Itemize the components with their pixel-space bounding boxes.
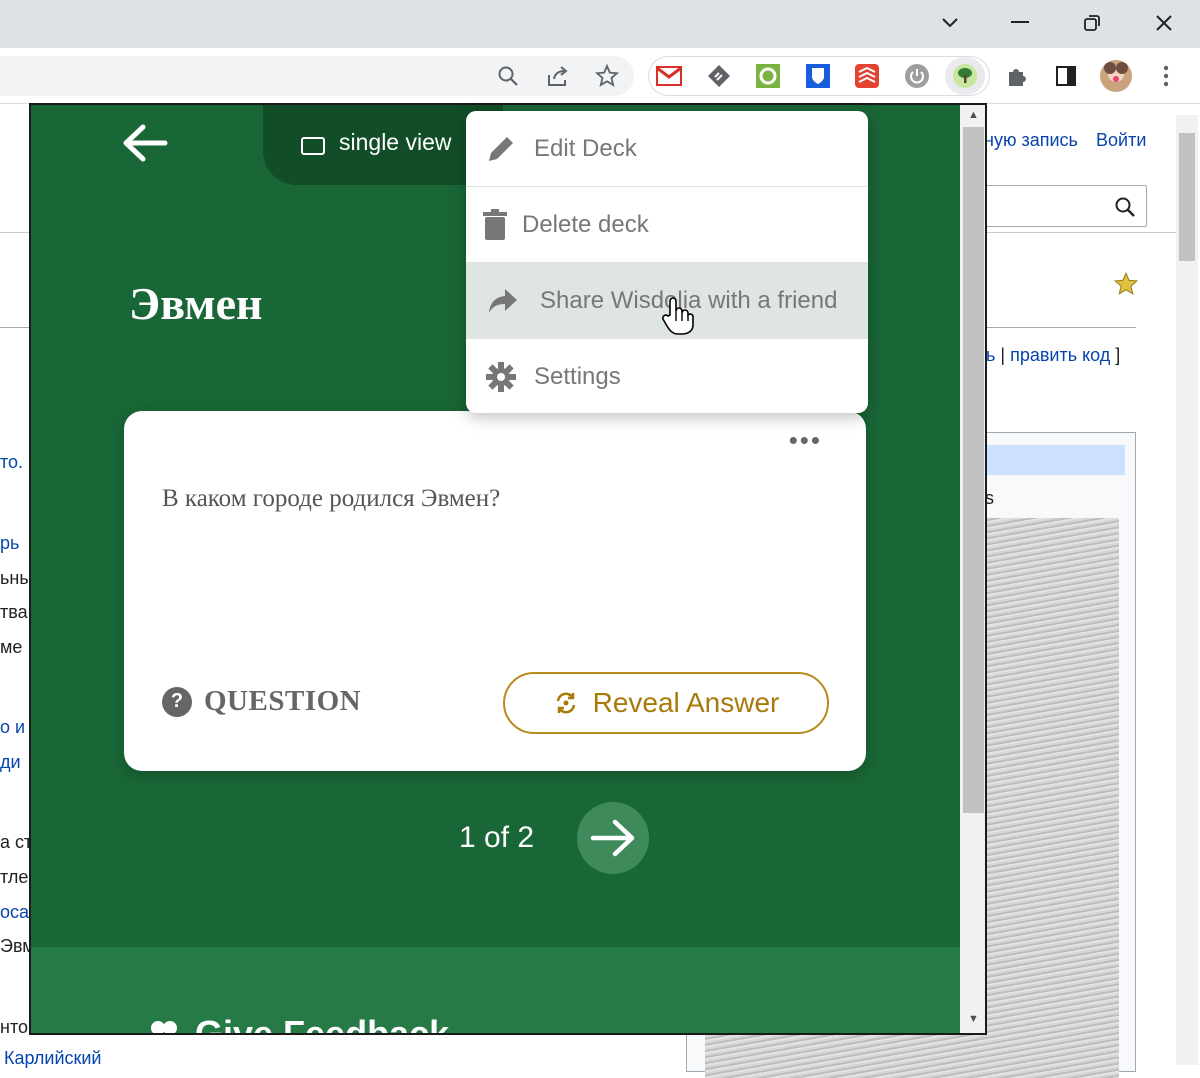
give-feedback-label: Give Feedback <box>195 1013 450 1035</box>
edit-code-link[interactable]: править код <box>1010 345 1110 365</box>
flashcard: ••• В каком городе родился Эвмен? ? QUES… <box>124 411 866 771</box>
view-mode-label: single view <box>339 129 452 155</box>
extensions-menu-button[interactable] <box>1003 62 1031 90</box>
next-card-button[interactable] <box>577 802 649 874</box>
login-link[interactable]: Войти <box>1096 130 1146 151</box>
card-pager: 1 of 2 <box>459 821 535 854</box>
address-bar[interactable] <box>0 56 634 96</box>
todoist-extension[interactable] <box>853 62 881 90</box>
edit-link[interactable]: ь <box>986 345 995 365</box>
article-text-fragment[interactable]: ди <box>0 752 21 773</box>
deck-options-menu: Edit Deck Delete deck Share Wisdolia wit… <box>466 111 868 413</box>
question-mark-icon: ? <box>162 686 192 717</box>
clover-icon <box>151 1021 177 1033</box>
pencil-icon <box>484 132 518 166</box>
chevron-down-icon <box>942 18 958 28</box>
card-kind: ? QUESTION <box>162 685 361 718</box>
todoist-icon <box>855 64 879 88</box>
deck-title: Эвмен <box>129 278 263 329</box>
reveal-refresh-icon <box>556 692 575 714</box>
bitwarden-extension[interactable] <box>804 62 832 90</box>
page-scrollbar-thumb[interactable] <box>1179 133 1195 261</box>
article-text-fragment: нто <box>0 1017 28 1037</box>
share-icon <box>548 66 568 86</box>
browser-titlebar <box>0 0 1200 48</box>
restore-button[interactable] <box>1070 6 1114 40</box>
bookmark-star-icon <box>595 64 619 87</box>
reveal-answer-label: Reveal Answer <box>592 687 780 718</box>
reveal-answer-button[interactable]: Reveal Answer <box>503 672 829 734</box>
browser-toolbar <box>0 48 1200 104</box>
article-text-fragment: а ст <box>0 832 33 852</box>
menu-item-label: Delete deck <box>522 210 649 238</box>
back-arrow-icon <box>123 124 168 162</box>
hand-cursor-icon <box>662 297 694 335</box>
article-text-fragment: тва <box>0 602 28 622</box>
featured-star-icon <box>1113 271 1139 295</box>
power-icon <box>905 64 929 88</box>
kebab-menu-icon <box>1163 65 1169 87</box>
arrow-right-icon <box>590 819 635 857</box>
gear-icon <box>484 360 518 394</box>
article-text-fragment: ме <box>0 637 23 657</box>
single-view-icon <box>301 137 325 155</box>
side-panel-icon <box>1056 66 1076 86</box>
close-icon <box>1156 15 1172 31</box>
scroll-up-arrow-icon[interactable]: ▲ <box>968 109 979 121</box>
back-button[interactable] <box>121 123 171 167</box>
scroll-down-arrow-icon[interactable]: ▼ <box>968 1013 979 1025</box>
share-page-button[interactable] <box>544 62 572 90</box>
article-text-fragment: тле <box>0 867 29 887</box>
feedly-extension[interactable] <box>705 62 733 90</box>
feedly-icon <box>708 65 730 87</box>
share-arrow-icon <box>486 284 520 318</box>
search-icon <box>498 66 518 86</box>
wiki-search-input[interactable] <box>985 185 1147 227</box>
popup-scrollbar[interactable]: ▲ ▼ <box>960 105 985 1033</box>
puzzle-extensions-icon <box>1009 69 1026 86</box>
browser-menu-button[interactable] <box>1152 62 1180 90</box>
popup-scrollbar-thumb[interactable] <box>963 127 984 813</box>
menu-item-label: Settings <box>534 363 621 390</box>
zoom-search-button[interactable] <box>494 62 522 90</box>
card-more-button[interactable]: ••• <box>789 425 822 456</box>
menu-item-delete-deck[interactable]: Delete deck <box>466 187 868 263</box>
article-text-fragment[interactable]: оса <box>0 902 29 923</box>
auto-refresh-extension[interactable] <box>754 62 782 90</box>
page-scrollbar[interactable] <box>1176 115 1198 1065</box>
profile-avatar[interactable] <box>1100 60 1132 92</box>
bookmark-button[interactable] <box>593 62 621 90</box>
create-account-link[interactable]: ную запись <box>984 130 1078 151</box>
menu-item-settings[interactable]: Settings <box>466 339 868 413</box>
minimize-button[interactable] <box>998 6 1042 40</box>
menu-item-edit-deck[interactable]: Edit Deck <box>466 111 868 187</box>
close-window-button[interactable] <box>1142 6 1186 40</box>
tab-search-button[interactable] <box>928 6 972 40</box>
feedback-section: Give Feedback <box>31 947 985 1035</box>
article-text-fragment[interactable]: о и <box>0 717 25 738</box>
extensions-group <box>648 56 990 96</box>
gmail-extension[interactable] <box>655 62 683 90</box>
article-text-fragment: ьны <box>0 568 33 588</box>
give-feedback-button[interactable]: Give Feedback <box>147 1013 450 1035</box>
card-kind-label: QUESTION <box>204 685 362 717</box>
search-icon <box>1115 197 1135 217</box>
wisdolia-extension[interactable] <box>945 57 985 95</box>
gmail-icon <box>656 66 682 86</box>
bitwarden-icon <box>806 64 830 88</box>
menu-item-label: Edit Deck <box>534 134 637 162</box>
article-text-fragment[interactable]: рь <box>0 533 19 554</box>
edit-links: ь | править код ] <box>986 345 1121 365</box>
trash-icon <box>478 208 512 242</box>
side-panel-button[interactable] <box>1052 62 1080 90</box>
avatar-icon <box>1104 62 1128 82</box>
wisdolia-icon <box>953 64 977 88</box>
refresh-ext-icon <box>756 64 780 88</box>
power-extension[interactable] <box>903 62 931 90</box>
restore-icon <box>1084 15 1100 31</box>
card-question-text: В каком городе родился Эвмен? <box>162 485 501 512</box>
minimize-icon <box>1011 21 1029 23</box>
